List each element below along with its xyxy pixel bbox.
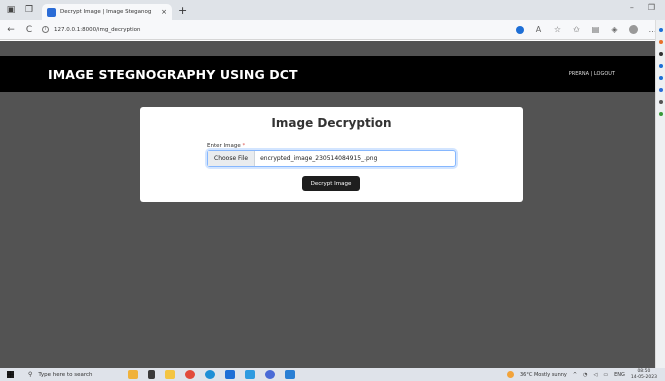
tab-close-icon[interactable]: × [161, 8, 167, 16]
sidebar-games-icon[interactable] [658, 64, 663, 68]
new-tab-button[interactable]: + [178, 4, 187, 17]
image-field-label: Enter Image * [207, 143, 245, 149]
clock-date: 14-05-2023 [630, 374, 657, 380]
search-icon: ⚲ [28, 371, 33, 378]
image-label-text: Enter Image [207, 143, 241, 149]
favicon-icon [47, 7, 56, 17]
volume-icon[interactable]: ◁ [593, 372, 597, 378]
vscode-icon[interactable] [285, 370, 295, 379]
weather-text[interactable]: 36°C Mostly sunny [520, 372, 567, 378]
battery-icon[interactable]: ▭ [603, 372, 608, 378]
system-tray: 36°C Mostly sunny ^ ◔ ◁ ▭ ENG 08:50 14-0… [507, 369, 657, 380]
sidebar-search-icon[interactable] [658, 28, 663, 32]
browser-sidebar [655, 20, 665, 368]
required-mark: * [242, 143, 246, 149]
extension-icon[interactable] [516, 25, 524, 34]
file-explorer-icon[interactable] [165, 370, 175, 379]
refresh-icon[interactable]: C [22, 25, 36, 35]
tray-chevron-icon[interactable]: ^ [573, 372, 577, 378]
url-field[interactable]: i 127.0.0.1:8000/img_decryption [42, 26, 141, 33]
edge-icon[interactable] [205, 370, 215, 379]
minimize-icon[interactable]: – [630, 3, 634, 12]
favorites-icon[interactable]: ✩ [572, 25, 581, 34]
browser-tab-bar: ▣ ❐ Decrypt Image | Image Steganog × + –… [0, 0, 665, 20]
site-brand[interactable]: IMAGE STEGNOGRAPHY USING DCT [48, 67, 298, 82]
user-logout-link[interactable]: PRERNA | LOGOUT [569, 71, 615, 77]
tab-actions-icon[interactable]: ❐ [22, 3, 36, 17]
sidebar-tools-icon[interactable] [658, 52, 663, 56]
web-page: IMAGE STEGNOGRAPHY USING DCT PRERNA | LO… [0, 41, 655, 368]
taskbar-search[interactable]: ⚲ Type here to search [28, 371, 92, 378]
sidebar-office-icon[interactable] [658, 76, 663, 80]
decryption-card: Image Decryption Enter Image * Choose Fi… [140, 107, 523, 202]
sidebar-drop-icon[interactable] [658, 112, 663, 116]
back-icon[interactable]: ← [4, 25, 18, 35]
favorite-star-icon[interactable]: ☆ [553, 25, 562, 34]
widgets-icon[interactable] [128, 370, 138, 379]
taskbar-search-text: Type here to search [38, 371, 93, 378]
chrome-icon[interactable] [185, 370, 195, 379]
restore-icon[interactable]: ❐ [648, 3, 655, 12]
task-view-icon[interactable] [148, 370, 155, 379]
weather-icon[interactable] [507, 371, 514, 378]
windows-start-icon[interactable] [7, 371, 14, 378]
taskbar-apps [128, 370, 295, 379]
app-icon[interactable] [265, 370, 275, 379]
site-navbar: IMAGE STEGNOGRAPHY USING DCT PRERNA | LO… [0, 56, 655, 92]
clock[interactable]: 08:50 14-05-2023 [631, 369, 657, 380]
workspaces-icon[interactable]: ▣ [4, 3, 18, 17]
window-controls: – ❐ [630, 3, 655, 12]
language-indicator[interactable]: ENG [614, 372, 625, 378]
browser-toolbar: A ☆ ✩ ▤ ◈ … [516, 25, 657, 34]
shield-icon[interactable]: ◈ [610, 25, 619, 34]
store-icon[interactable] [225, 370, 235, 379]
sidebar-outlook-icon[interactable] [658, 88, 663, 92]
os-taskbar: ⚲ Type here to search 36°C Mostly sunny … [0, 368, 665, 381]
browser-tab[interactable]: Decrypt Image | Image Steganog × [42, 4, 172, 20]
mail-icon[interactable] [245, 370, 255, 379]
decrypt-image-button[interactable]: Decrypt Image [302, 176, 360, 191]
image-file-input[interactable]: Choose File encrypted_image_230514084915… [207, 150, 456, 167]
collections-icon[interactable]: ▤ [591, 25, 600, 34]
url-text: 127.0.0.1:8000/img_decryption [54, 26, 141, 33]
card-title: Image Decryption [271, 116, 392, 130]
sidebar-send-icon[interactable] [658, 100, 663, 104]
network-icon[interactable]: ◔ [583, 372, 587, 378]
tab-title: Decrypt Image | Image Steganog [60, 9, 152, 15]
choose-file-button[interactable]: Choose File [208, 151, 256, 166]
site-info-icon[interactable]: i [42, 26, 49, 33]
read-aloud-icon[interactable]: A [534, 25, 543, 34]
sidebar-shopping-icon[interactable] [658, 40, 663, 44]
address-bar: ← C i 127.0.0.1:8000/img_decryption A ☆ … [0, 20, 665, 40]
selected-file-name: encrypted_image_230514084915_.png [260, 155, 378, 162]
profile-avatar[interactable] [629, 25, 638, 34]
